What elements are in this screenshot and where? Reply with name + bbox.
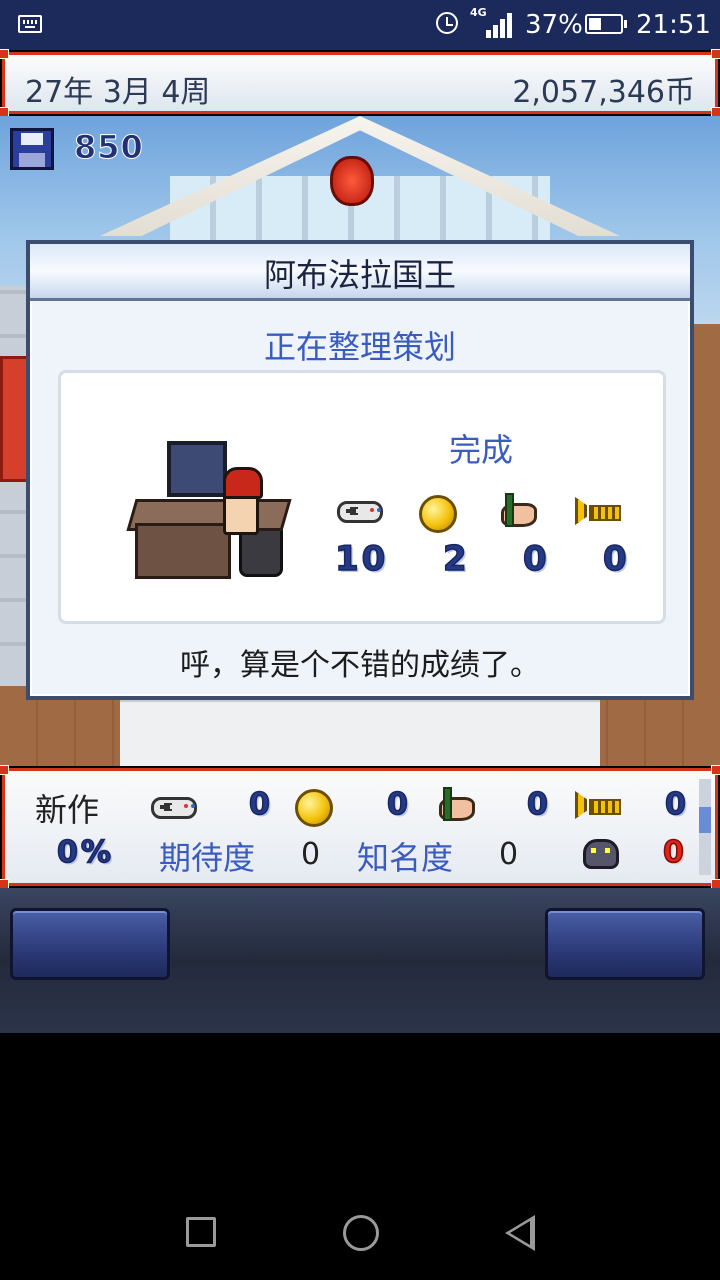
- trumpet-icon: [575, 497, 621, 527]
- office-desks: [120, 696, 600, 766]
- battery-percent: 37%: [525, 10, 583, 40]
- game-title: 阿布法拉国王: [30, 244, 690, 301]
- fame-value: 0: [499, 837, 519, 872]
- gamepad-icon: [337, 501, 383, 523]
- progress-percent: 0%: [56, 834, 114, 871]
- panel-scrollbar[interactable]: [699, 779, 711, 875]
- nav-home-icon[interactable]: [343, 1215, 379, 1251]
- result-box: 完成 10 2 0 0: [58, 370, 666, 624]
- lantern-decoration: [330, 156, 374, 206]
- save-icon[interactable]: [10, 128, 54, 170]
- development-dialog[interactable]: 阿布法拉国王 正在整理策划 完成 10 2 0 0 呼，算是个不错的成绩了。: [26, 240, 694, 700]
- coin-icon: [419, 495, 457, 533]
- nav-back-icon[interactable]: [505, 1215, 535, 1251]
- money-counter: 2,057,346币: [512, 75, 695, 110]
- panel-graphics-value: 0: [526, 786, 551, 823]
- nav-recent-icon[interactable]: [186, 1217, 216, 1247]
- save-points: 850: [74, 128, 144, 167]
- creativity-value: 2: [442, 538, 470, 580]
- left-menu-button[interactable]: [10, 908, 170, 980]
- panel-creativity-value: 0: [386, 786, 411, 823]
- paint-icon: [499, 493, 539, 531]
- trumpet-icon: [575, 791, 621, 821]
- alarm-icon: [436, 12, 458, 34]
- expectation-label: 期待度: [159, 839, 256, 877]
- bug-count: 0: [662, 834, 687, 871]
- panel-fun-value: 0: [248, 786, 273, 823]
- complete-label: 完成: [449, 431, 514, 469]
- button-bar: [0, 888, 720, 1033]
- gamepad-icon: [151, 797, 197, 819]
- signal-icon: [480, 12, 512, 38]
- top-info-bar[interactable]: 27年 3月 4周 2,057,346币: [0, 49, 720, 117]
- right-menu-button[interactable]: [545, 908, 705, 980]
- expectation-value: 0: [301, 837, 321, 872]
- status-bar: 4G 37% 21:51: [0, 0, 720, 50]
- keyboard-icon: [18, 15, 42, 33]
- graphics-value: 0: [522, 538, 550, 580]
- panel-sound-value: 0: [664, 786, 689, 823]
- sound-value: 0: [602, 538, 630, 580]
- game-date: 27年 3月 4周: [25, 75, 211, 110]
- clock: 21:51: [636, 10, 711, 40]
- paint-icon: [437, 787, 477, 825]
- new-game-label: 新作: [35, 791, 100, 829]
- bug-monster-icon: [583, 839, 619, 869]
- fame-label: 知名度: [357, 839, 454, 877]
- battery-icon: [585, 14, 627, 34]
- fun-value: 10: [334, 538, 389, 580]
- dev-status: 正在整理策划: [263, 328, 456, 366]
- project-status-panel[interactable]: 新作 0 0 0 0 0% 期待度 0 知名度 0 0: [0, 765, 720, 889]
- developer-desk-illustration: [126, 437, 292, 587]
- coin-icon: [295, 789, 333, 827]
- result-message: 呼，算是个不错的成绩了。: [180, 648, 540, 683]
